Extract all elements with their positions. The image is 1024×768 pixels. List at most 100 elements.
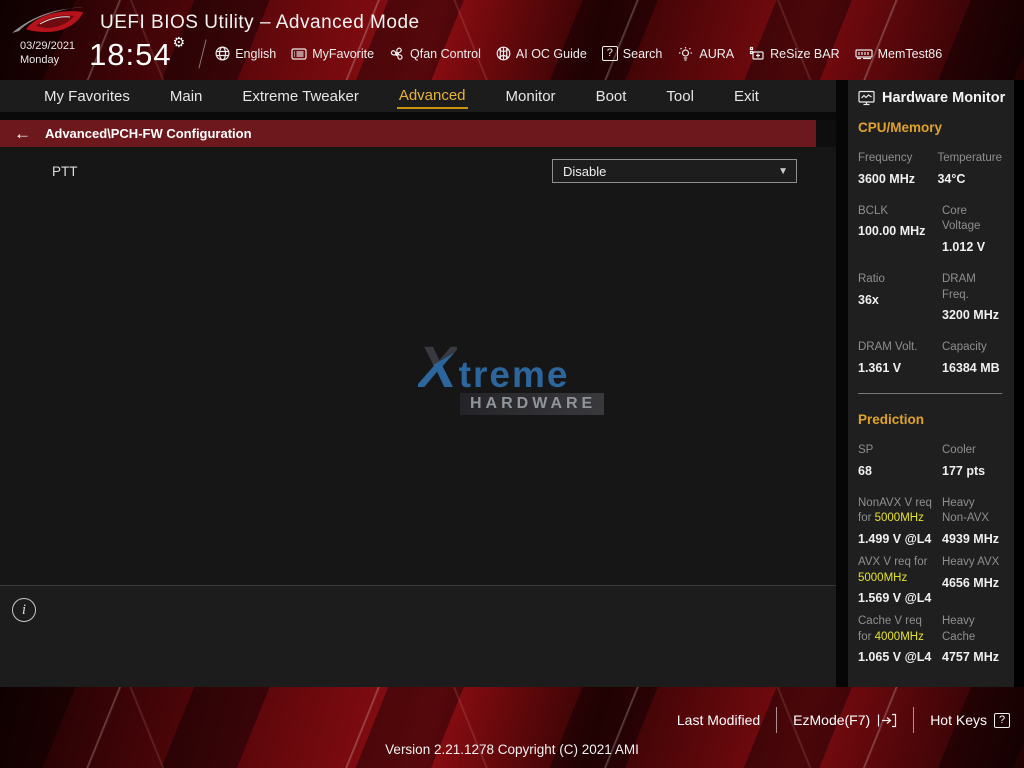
tab-breadcrumb-gap [0,112,836,120]
monitor-value: 1.012 V [942,239,986,254]
monitor-value: 16384 MB [942,360,1000,375]
freq-highlight: 4000MHz [874,630,924,643]
clock-settings-gear-icon[interactable]: ⚙ [173,34,187,50]
ptt-setting-label: PTT [52,164,78,179]
chevron-down-icon: ▼ [778,165,788,177]
hotkeys-button[interactable]: Hot Keys ? [930,712,1010,728]
monitor-value: 36x [858,292,879,307]
tab-extreme-tweaker[interactable]: Extreme Tweaker [240,84,360,108]
clock-display[interactable]: 18:54⚙ [89,34,186,73]
quick-item-label: English [235,46,277,61]
monitor-label: Ratio [858,273,885,286]
ezmode-button[interactable]: EzMode(F7) [793,712,897,728]
monitor-row-cache: Cache V req for 4000MHz 1.065 V @L4 Heav… [858,614,1006,665]
monitor-label: SP [858,444,874,457]
hardware-monitor-panel: Hardware Monitor CPU/Memory Frequency 360… [848,80,1014,687]
last-modified-button[interactable]: Last Modified [677,712,760,728]
monitor-label: Core Voltage [942,204,981,233]
xtreme-hardware-watermark: X treme HARDWARE [418,335,618,416]
mid-region: My Favorites Main Extreme Tweaker Advanc… [0,80,1014,687]
monitor-value: 68 [858,463,872,478]
monitor-label: Temperature [937,152,1002,164]
menu-tab-bar: My Favorites Main Extreme Tweaker Advanc… [0,80,836,112]
globe-icon [215,46,230,61]
tab-boot[interactable]: Boot [594,84,629,108]
monitor-row-bclk-corevoltage: BCLK 100.00 MHz Core Voltage 1.012 V [858,204,1006,255]
main-column: My Favorites Main Extreme Tweaker Advanc… [0,80,836,687]
top-header: UEFI BIOS Utility – Advanced Mode 03/29/… [0,0,1024,80]
ptt-dropdown[interactable]: Disable ▼ [552,159,797,183]
memtest86-button[interactable]: MemTest86 [855,47,942,61]
watermark-x: X [418,335,457,400]
footer-actions: Last Modified EzMode(F7) Hot Keys ? [677,707,1010,733]
myfavorite-button[interactable]: MyFavorite [291,47,374,61]
hardware-monitor-title: Hardware Monitor [858,90,1006,106]
ai-oc-icon [496,46,511,61]
breadcrumb-label: Advanced\PCH-FW Configuration [45,126,252,141]
monitor-label: Heavy Non-AVX [942,496,990,525]
monitor-row-sp-cooler: SP 68 Cooler 177 pts [858,443,1006,479]
monitor-value: 34°C [937,171,966,186]
version-text: Version 2.21.1278 Copyright (C) 2021 AMI [385,742,639,757]
monitor-row-ratio-dramfreq: Ratio 36x DRAM Freq. 3200 MHz [858,272,1006,323]
quick-item-label: AURA [699,46,735,61]
resize-bar-button[interactable]: ReSize BAR [749,46,840,62]
ai-oc-guide-button[interactable]: AI OC Guide [496,46,587,61]
app-title: UEFI BIOS Utility – Advanced Mode [100,12,420,33]
tab-advanced[interactable]: Advanced [396,83,468,109]
monitor-row-frequency-temperature: Frequency 3600 MHz Temperature 34°C [858,151,1006,187]
quick-item-label: MyFavorite [312,46,375,61]
settings-content: PTT Disable ▼ X treme HARDWARE [0,147,836,585]
monitor-label: DRAM Volt. [858,341,918,354]
monitor-label: Heavy AVX [942,556,1000,569]
tab-tool[interactable]: Tool [664,84,696,108]
ezmode-exit-icon [878,713,897,727]
monitor-label: AVX V req for [858,556,928,569]
breadcrumb[interactable]: ← Advanced\PCH-FW Configuration [0,120,816,147]
freq-highlight: 5000MHz [874,512,924,525]
date-display[interactable]: 03/29/2021 Monday [20,40,75,68]
monitor-label: DRAM Freq. [942,273,976,301]
monitor-value: 1.361 V [858,360,902,375]
monitor-value: 4939 MHz [942,531,999,546]
qfan-control-button[interactable]: Qfan Control [389,46,481,62]
header-divider [198,38,207,69]
monitor-value: 3200 MHz [942,308,999,323]
monitor-value: 100.00 MHz [858,224,926,239]
watermark-hardware: HARDWARE [460,393,605,416]
monitor-row-nonavx: NonAVX V req for 5000MHz 1.499 V @L4 Hea… [858,496,1006,547]
help-panel: i [0,585,836,687]
quick-item-label: ReSize BAR [770,46,840,61]
sidebar-divider [858,393,1002,395]
tab-monitor[interactable]: Monitor [504,84,558,108]
monitor-label: Heavy Cache [942,615,976,643]
tab-main[interactable]: Main [168,84,205,108]
monitor-value: 4656 MHz [942,575,999,590]
quick-item-label: AI OC Guide [515,46,587,61]
monitor-row-avx: AVX V req for 5000MHz 1.569 V @L4 Heavy … [858,555,1006,606]
monitor-label: Capacity [942,341,987,354]
aura-button[interactable]: AURA [677,46,734,62]
fan-icon [390,47,403,60]
info-icon: i [12,598,36,622]
monitor-value: 4757 MHz [942,650,999,665]
favorite-list-icon [291,47,307,60]
tab-my-favorites[interactable]: My Favorites [42,84,132,108]
date-value: 03/29/2021 [20,39,76,52]
search-button[interactable]: ? Search [601,46,662,61]
day-value: Monday [20,53,60,66]
monitor-value: 3600 MHz [858,171,915,186]
monitor-value: 177 pts [942,463,986,478]
monitor-value: 1.065 V @L4 [858,650,932,665]
language-button[interactable]: English [215,46,276,61]
freq-highlight: 5000MHz [858,571,908,584]
monitor-label: BCLK [858,204,889,217]
tab-exit[interactable]: Exit [732,84,761,108]
bottom-bar: Last Modified EzMode(F7) Hot Keys ? Vers… [0,687,1024,768]
search-icon: ? [601,46,618,61]
resize-bar-icon [750,46,764,60]
back-arrow-icon[interactable]: ← [14,125,31,142]
quick-access-bar: 03/29/2021 Monday 18:54⚙ English MyFavor… [20,34,957,73]
monitor-value: 1.499 V @L4 [858,531,932,546]
footer-divider [776,707,778,733]
